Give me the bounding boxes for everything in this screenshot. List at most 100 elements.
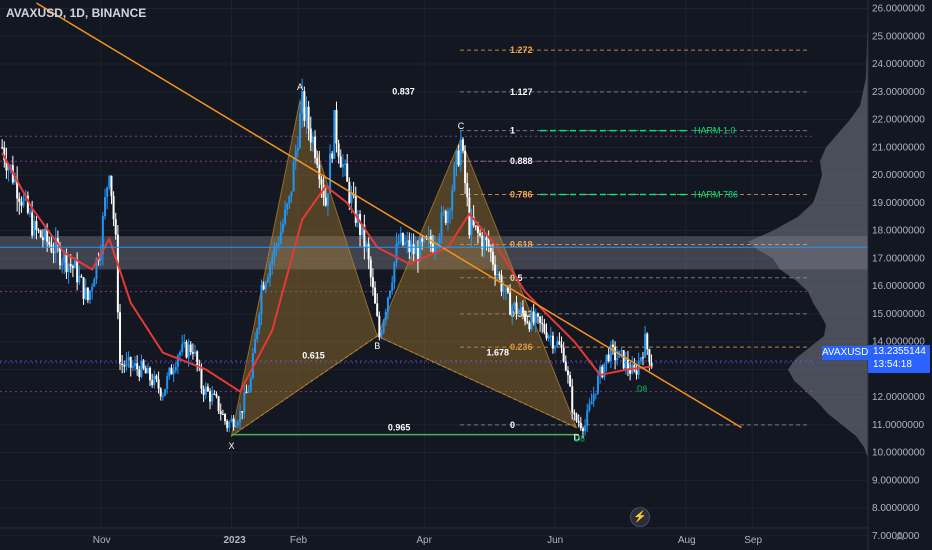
candle-body (316, 158, 319, 165)
candle-body (264, 282, 267, 290)
candle-body (206, 386, 209, 392)
candle-body (33, 220, 36, 236)
candle-body (168, 367, 171, 377)
candle-body (519, 307, 522, 312)
candle-body (93, 279, 96, 287)
candle-body (470, 216, 473, 236)
pattern-point-label: X (228, 441, 234, 451)
candle-body (121, 363, 124, 366)
candle-body (277, 243, 280, 246)
candle-body (78, 276, 81, 283)
symbol-title: AVAXUSD, 1D, BINANCE (6, 6, 147, 20)
last-price-value: 13.2355144 (873, 346, 926, 357)
candle-body (314, 136, 317, 159)
candle-body (339, 156, 342, 168)
candle-body (228, 421, 231, 428)
candle-body (442, 211, 445, 213)
candle-body (89, 290, 92, 301)
candle-body (217, 396, 220, 412)
candle-body (318, 164, 321, 180)
candle-body (511, 306, 514, 315)
candle-body (48, 241, 51, 245)
candle-body (624, 358, 627, 369)
candle-body (614, 346, 617, 361)
candle-body (481, 235, 484, 249)
candle-body (155, 375, 158, 380)
candle-body (181, 343, 184, 353)
candle-body (320, 179, 323, 185)
candle-body (509, 292, 512, 315)
candle-body (536, 313, 539, 317)
candle-body (116, 234, 119, 313)
price-axis-tick: 24.0000000 (872, 59, 925, 70)
chart-area[interactable]: 1.272 1.127 1 0.888 0.786 0.618 0.5 0.382 0.236 0… (0, 0, 932, 550)
candle-body (110, 175, 113, 197)
candle-body (594, 393, 597, 395)
candle-body (635, 370, 638, 375)
time-axis-label: Jun (547, 535, 563, 546)
time-axis-label: Nov (93, 535, 111, 546)
tradingview-logo-icon[interactable]: A (893, 530, 907, 544)
candle-body (571, 386, 574, 413)
price-axis-tick: 22.0000000 (872, 115, 925, 126)
candle-body (496, 274, 499, 276)
candle-body (646, 333, 649, 350)
candle-body (466, 183, 469, 198)
candle-body (166, 376, 169, 389)
price-axis-tick: 20.0000000 (872, 170, 925, 181)
candle-body (326, 193, 329, 206)
candle-body (258, 314, 261, 330)
candle-body (219, 411, 222, 414)
candle-body (504, 287, 507, 292)
candle-body (389, 290, 392, 298)
candle-body (20, 201, 23, 206)
candle-body (44, 228, 47, 241)
candle-body (232, 418, 235, 428)
price-chart[interactable]: 1.2721.12710.8880.7860.6180.50.3820.2360… (0, 0, 932, 550)
candle-body (249, 378, 252, 391)
candle-body (391, 282, 394, 291)
candle-body (461, 139, 464, 151)
candle-body (76, 260, 79, 283)
candle-body (641, 357, 644, 359)
candle-body (269, 264, 272, 278)
candle-body (35, 220, 38, 230)
candle-body (296, 147, 299, 151)
time-axis-label: Sep (744, 535, 762, 546)
candle-body (446, 211, 449, 223)
price-axis-background (868, 0, 932, 550)
candle-body (224, 414, 227, 422)
candle-body (275, 245, 278, 247)
candle-body (239, 411, 242, 423)
candle-body (397, 241, 400, 245)
candle-body (284, 209, 287, 224)
candle-body (513, 302, 516, 307)
candle-body (337, 143, 340, 157)
candle-body (187, 344, 190, 358)
candle-body (408, 240, 411, 253)
candle-body (67, 264, 70, 273)
lightning-icon[interactable]: ⚡ (630, 507, 650, 527)
candle-body (592, 394, 595, 402)
price-axis-tick: 25.0000000 (872, 31, 925, 42)
candle-body (620, 350, 623, 352)
candle-body (170, 367, 173, 375)
price-axis-tick: 17.0000000 (872, 253, 925, 264)
harm-level-label: HARM 786 (694, 190, 738, 200)
candle-body (517, 311, 520, 314)
candle-body (273, 246, 276, 258)
candle-body (526, 321, 529, 323)
candle-body (125, 360, 128, 367)
candle-body (556, 341, 559, 347)
candle-body (611, 344, 614, 347)
candle-body (236, 422, 239, 426)
candle-body (221, 413, 224, 415)
candle-body (266, 277, 269, 283)
pattern-point-label: C (458, 121, 465, 131)
candle-body (369, 259, 372, 278)
fib-level-label: 0.618 (510, 239, 533, 249)
candle-body (286, 203, 289, 210)
candle-body (123, 365, 126, 367)
pattern-triangle-bcd (376, 137, 578, 429)
candle-body (451, 190, 454, 211)
